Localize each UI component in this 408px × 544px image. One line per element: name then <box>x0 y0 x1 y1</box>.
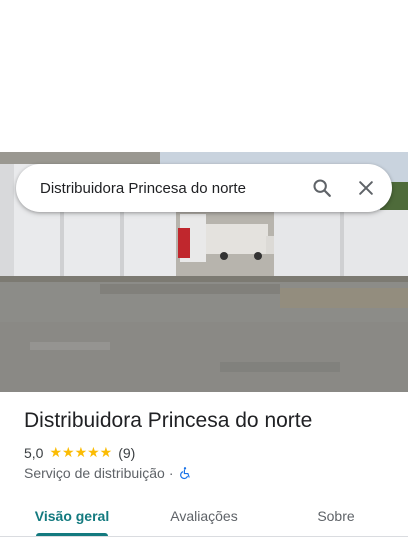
separator: · <box>168 465 174 481</box>
rating-stars: ★★★★★ <box>49 444 113 460</box>
tab-about-label: Sobre <box>317 508 355 524</box>
category-label[interactable]: Serviço de distribuição <box>24 465 165 481</box>
close-button[interactable] <box>346 168 386 208</box>
wheelchair-icon[interactable] <box>178 466 192 480</box>
tab-reviews[interactable]: Avaliações <box>152 496 256 536</box>
search-icon <box>313 179 331 197</box>
tab-overview[interactable]: Visão geral <box>20 496 124 536</box>
search-input[interactable]: Distribuidora Princesa do norte <box>40 180 302 197</box>
close-icon <box>359 181 373 195</box>
tab-about[interactable]: Sobre <box>284 496 388 536</box>
place-title: Distribuidora Princesa do norte <box>24 409 313 432</box>
tab-overview-label: Visão geral <box>34 508 110 524</box>
tab-reviews-label: Avaliações <box>170 508 238 524</box>
search-bar[interactable]: Distribuidora Princesa do norte <box>16 164 392 212</box>
review-count[interactable]: (9) <box>118 445 135 461</box>
rating-row[interactable]: 5,0 ★★★★★ (9) <box>24 444 135 461</box>
rating-value: 5,0 <box>24 444 44 461</box>
category-row: Serviço de distribuição · <box>24 465 192 481</box>
search-button[interactable] <box>302 168 342 208</box>
tab-bar: Visão geral Avaliações Sobre <box>0 496 408 536</box>
tab-divider <box>0 536 408 537</box>
